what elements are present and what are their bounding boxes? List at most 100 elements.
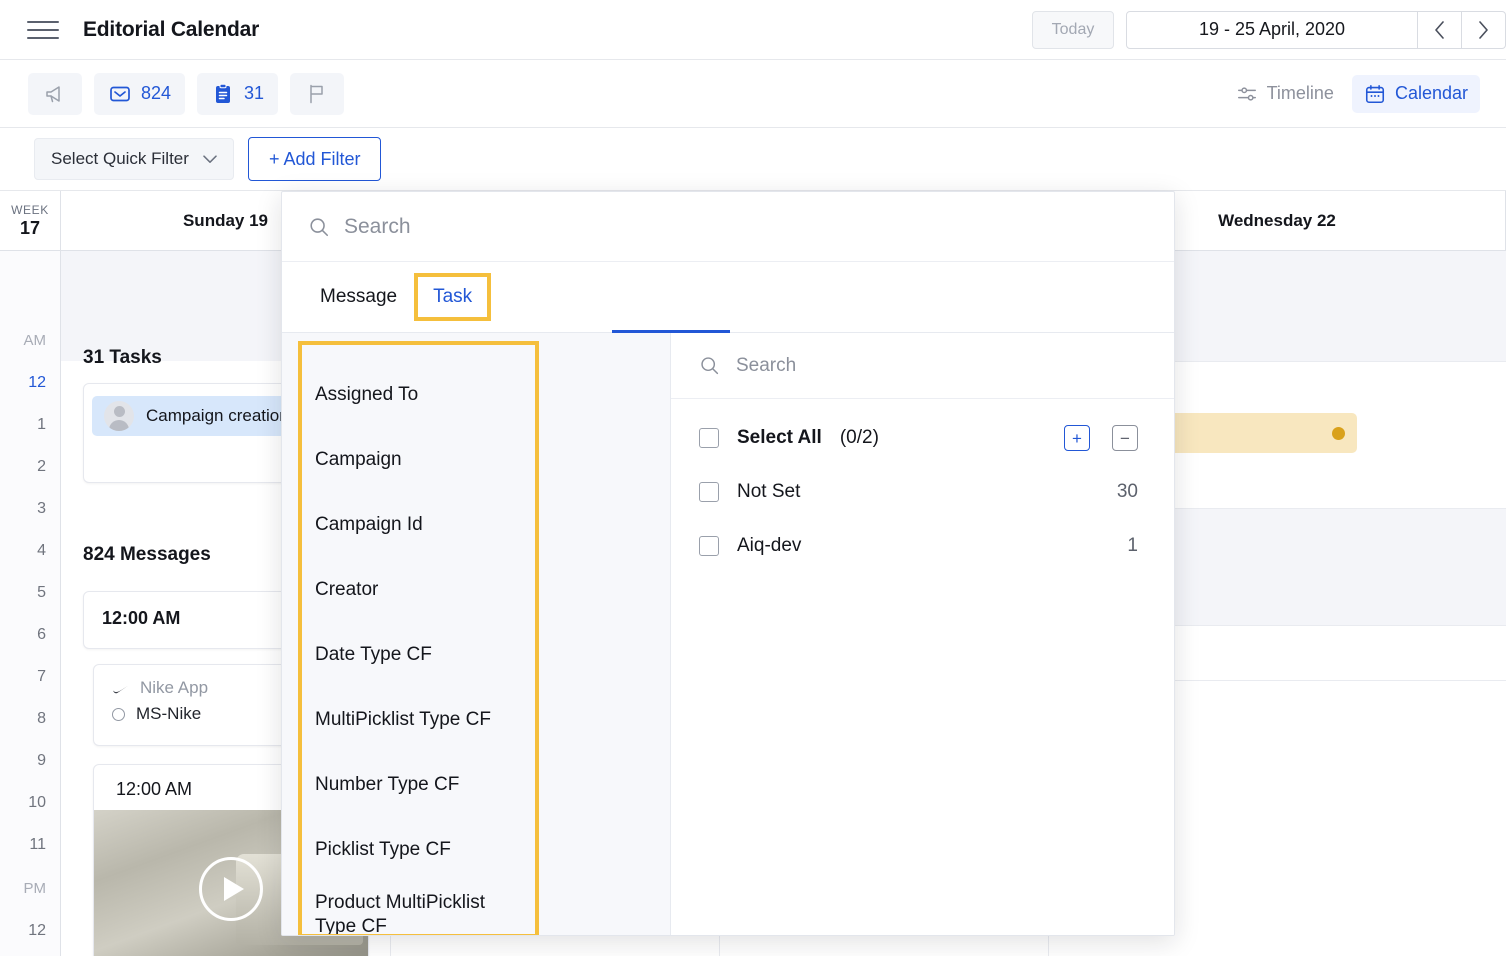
tasks-section-title: 31 Tasks [83,347,162,368]
chevron-right-icon [1479,20,1488,39]
filter-field-campaign-id[interactable]: Campaign Id [282,493,670,558]
week-label: WEEK [11,203,49,217]
search-icon [310,217,329,236]
plus-square-icon[interactable]: + [1064,425,1090,451]
time-gutter: AM 12 1 2 3 4 5 6 7 8 9 10 11 PM 12 1 [0,251,61,956]
chevron-left-icon [1435,20,1444,39]
app-root: Editorial Calendar Today 19 - 25 April, … [0,0,1506,956]
play-icon[interactable] [199,856,263,921]
date-range-display[interactable]: 19 - 25 April, 2020 [1126,10,1418,49]
value-options-list: Select All (0/2) + − Not Set 30 Aiq-dev … [671,399,1174,573]
hamburger-line [27,20,59,23]
view-mode-toggle: Timeline Calendar [1224,74,1480,113]
task-clipboard-icon [216,83,231,103]
chevron-down-icon [203,154,217,163]
panel-search-placeholder: Search [344,214,411,238]
filter-field-list: Assigned To Campaign Campaign Id Creator… [282,333,671,935]
timeline-icon [1237,86,1256,101]
value-checkbox[interactable] [699,536,719,556]
time-label-8am: 8 [37,710,46,727]
messages-section-title: 824 Messages [83,544,211,565]
content-type-toolbar: 824 31 Timeline Calendar [0,60,1506,128]
view-timeline-label: Timeline [1266,83,1334,103]
value-option-count: 1 [1127,535,1138,556]
view-calendar-label: Calendar [1394,83,1468,103]
page-title: Editorial Calendar [83,17,260,41]
filter-field-product-multipicklist-type-cf[interactable]: Product MultiPicklist Type CF [282,883,492,935]
flag-icon [310,84,323,103]
task-pill-label: Campaign creation [146,406,289,425]
value-search-bar[interactable]: Search [671,333,1174,399]
quick-filter-label: Select Quick Filter [51,149,189,168]
value-option-label: Aiq-dev [737,535,802,556]
next-week-button[interactable] [1462,10,1506,49]
hamburger-menu-icon[interactable] [27,18,59,42]
select-all-count: (0/2) [839,427,879,448]
add-filter-button[interactable]: + Add Filter [247,137,382,181]
megaphone-icon [46,85,60,102]
filter-field-date-type-cf[interactable]: Date Type CF [282,623,670,688]
value-search-placeholder: Search [736,354,797,376]
filter-field-number-type-cf[interactable]: Number Type CF [282,753,670,818]
time-label-2am: 2 [37,458,46,475]
today-button[interactable]: Today [1032,10,1114,49]
previous-week-button[interactable] [1418,10,1462,49]
time-label-3am: 3 [37,500,46,517]
time-label-4am: 4 [37,542,46,559]
time-label-12pm: 12 [28,922,46,939]
flagged-chip[interactable] [290,72,345,115]
view-timeline-button[interactable]: Timeline [1224,75,1346,113]
select-all-label: Select All [737,427,822,448]
top-header-bar: Editorial Calendar Today 19 - 25 April, … [0,0,1506,60]
nike-swoosh-icon [113,685,129,694]
messages-count-chip[interactable]: 824 [94,72,186,115]
hamburger-line [27,28,59,31]
time-label-7am: 7 [37,668,46,685]
search-icon [701,357,719,375]
week-number: 17 [19,218,41,238]
time-label-11am: 11 [29,836,46,853]
select-all-checkbox[interactable] [699,428,719,448]
time-label-am: AM [23,332,47,349]
quick-filter-select[interactable]: Select Quick Filter [34,138,234,180]
hamburger-line [27,36,59,39]
status-dot [1332,426,1345,440]
view-calendar-button[interactable]: Calendar [1351,74,1480,113]
time-label-6am: 6 [37,626,46,643]
filter-field-campaign[interactable]: Campaign [282,428,670,493]
message-account-label: MS-Nike [136,704,202,723]
filter-dropdown-panel: Search Message Task Assigned To Campaign… [281,191,1175,936]
filter-field-creator[interactable]: Creator [282,558,670,623]
value-option-aiq-dev[interactable]: Aiq-dev 1 [671,519,1174,573]
time-label-10am: 10 [28,794,46,811]
value-option-not-set[interactable]: Not Set 30 [671,465,1174,519]
announcements-chip[interactable] [28,72,82,115]
value-option-label: Not Set [737,481,801,502]
avatar [104,401,134,431]
filter-bar: Select Quick Filter + Add Filter [0,128,1506,191]
panel-body: Assigned To Campaign Campaign Id Creator… [282,333,1174,935]
message-envelope-icon [110,86,130,101]
panel-search-bar[interactable]: Search [282,192,1174,262]
minus-square-icon[interactable]: − [1112,425,1138,451]
filter-field-picklist-type-cf[interactable]: Picklist Type CF [282,818,670,883]
time-label-5am: 5 [37,584,46,601]
filter-value-panel: Search Select All (0/2) + − Not Set 30 A… [671,333,1174,935]
time-label-1am: 1 [37,416,46,433]
filter-field-multipicklist-type-cf[interactable]: MultiPicklist Type CF [282,688,670,753]
calendar-icon [1365,84,1384,103]
message-channel-label: Nike App [140,678,209,697]
time-label-pm: PM [23,880,47,897]
select-all-actions: + − [1064,425,1138,451]
value-option-count: 30 [1116,481,1138,502]
select-all-row[interactable]: Select All (0/2) + − [671,411,1174,465]
tab-message[interactable]: Message [304,276,413,318]
tab-task[interactable]: Task [414,273,492,321]
value-checkbox[interactable] [699,482,719,502]
panel-tab-bar: Message Task [282,262,1174,333]
week-number-cell: WEEK 17 [0,191,61,251]
filter-field-assigned-to[interactable]: Assigned To [282,363,670,428]
account-circle-icon [112,707,125,721]
tasks-count-chip[interactable]: 31 [197,72,279,115]
time-label-9am: 9 [37,752,46,769]
